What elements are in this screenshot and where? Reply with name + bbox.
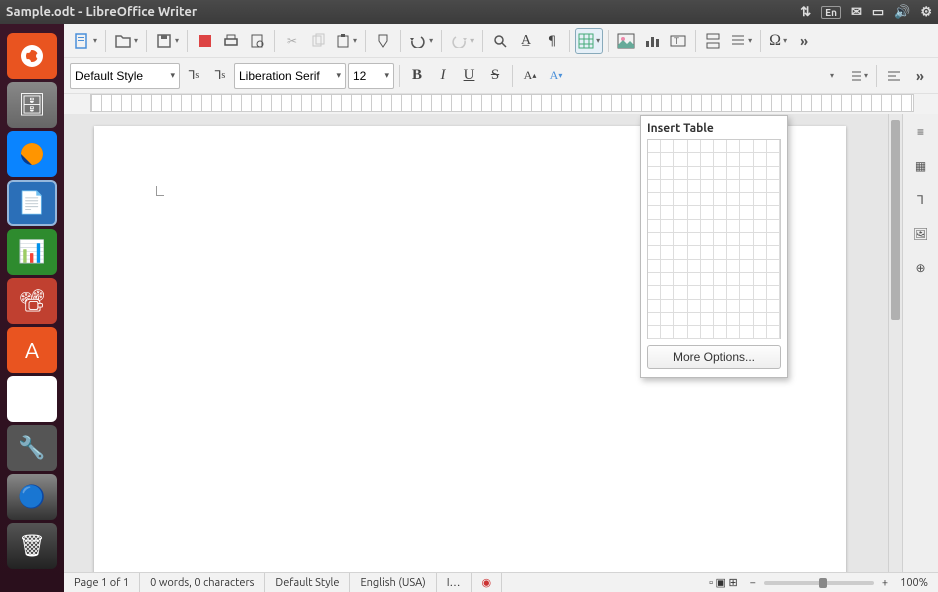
launcher-software[interactable]: A	[7, 327, 57, 373]
number-list-button[interactable]: ▾	[845, 63, 871, 89]
special-char-button[interactable]: Ω▾	[766, 28, 790, 54]
launcher-app-2[interactable]: 🗑	[7, 523, 57, 569]
status-style[interactable]: Default Style	[265, 573, 350, 592]
insert-field-button[interactable]: ▾	[727, 28, 755, 54]
document-area: Insert Table More Options...	[64, 114, 938, 572]
more-options-button[interactable]: More Options...	[647, 345, 781, 369]
insert-chart-button[interactable]	[640, 28, 664, 54]
new-style-button[interactable]: Ꞁs	[208, 63, 232, 89]
network-icon[interactable]: ⇅	[800, 5, 811, 20]
status-signature-icon[interactable]: ◉	[472, 573, 503, 592]
insert-table-popup: Insert Table More Options...	[640, 115, 788, 378]
titlebar: Sample.odt - LibreOffice Writer ⇅ En ✉ ▭…	[0, 0, 938, 24]
launcher-impress[interactable]: 📽	[7, 278, 57, 324]
properties-panel-icon[interactable]: ▦	[909, 154, 933, 178]
launcher-settings[interactable]: 🔧	[7, 425, 57, 471]
status-bar: Page 1 of 1 0 words, 0 characters Defaul…	[64, 572, 938, 592]
status-language[interactable]: English (USA)	[350, 573, 436, 592]
navigator-panel-icon[interactable]: ⊕	[909, 256, 933, 280]
toolbar2-overflow[interactable]: »	[908, 63, 932, 89]
print-button[interactable]	[219, 28, 243, 54]
italic-button[interactable]: I	[431, 63, 455, 89]
unity-launcher: 🗄 📄 📊 📽 A a 🔧 🔵 🗑	[0, 24, 64, 592]
zoom-slider[interactable]	[764, 581, 874, 585]
status-insert-mode[interactable]: I…	[437, 573, 472, 592]
redo-button[interactable]: ▾	[447, 28, 477, 54]
horizontal-ruler[interactable]	[90, 94, 914, 112]
font-name-input[interactable]	[239, 69, 332, 83]
paragraph-style-combo[interactable]: ▾	[70, 63, 180, 89]
launcher-dash[interactable]	[7, 33, 57, 79]
new-button[interactable]: ▾	[70, 28, 100, 54]
font-size-combo[interactable]: ▾	[348, 63, 394, 89]
svg-text:T: T	[674, 36, 679, 46]
strikethrough-button[interactable]: S	[483, 63, 507, 89]
paragraph-style-input[interactable]	[75, 69, 166, 83]
underline-button[interactable]: U	[457, 63, 481, 89]
formatting-marks-button[interactable]: ¶	[540, 28, 564, 54]
table-size-grid[interactable]	[647, 139, 781, 339]
update-style-button[interactable]: Ꞁs	[182, 63, 206, 89]
copy-button[interactable]	[306, 28, 330, 54]
text-cursor	[156, 186, 164, 196]
sidebar-settings-icon[interactable]: ≡	[909, 120, 933, 144]
bullet-list-button[interactable]: ▾	[819, 63, 843, 89]
sidebar-panel: ≡ ▦ Ꞁ 🖼 ⊕	[902, 114, 938, 572]
save-button[interactable]: ▾	[152, 28, 182, 54]
formatting-toolbar: ▾ Ꞁs Ꞁs ▾ ▾ B I U S A▴ A▾ ▾ ▾ »	[64, 58, 938, 94]
insert-textbox-button[interactable]: T	[666, 28, 690, 54]
find-button[interactable]	[488, 28, 512, 54]
battery-icon[interactable]: ▭	[872, 5, 884, 20]
launcher-calc[interactable]: 📊	[7, 229, 57, 275]
scroll-thumb[interactable]	[891, 120, 900, 320]
toolbar-overflow[interactable]: »	[792, 28, 816, 54]
status-wordcount[interactable]: 0 words, 0 characters	[140, 573, 265, 592]
superscript-button[interactable]: A▴	[518, 63, 542, 89]
insert-table-button[interactable]: ▾	[575, 28, 603, 54]
window-title: Sample.odt - LibreOffice Writer	[6, 5, 197, 19]
gear-icon[interactable]: ⚙	[920, 5, 932, 20]
subscript-button[interactable]: A▾	[544, 63, 568, 89]
page-break-button[interactable]	[701, 28, 725, 54]
mail-icon[interactable]: ✉	[851, 5, 862, 20]
status-page[interactable]: Page 1 of 1	[64, 573, 140, 592]
insert-table-title: Insert Table	[647, 122, 781, 135]
font-name-combo[interactable]: ▾	[234, 63, 346, 89]
volume-icon[interactable]: 🔊	[894, 5, 910, 20]
styles-panel-icon[interactable]: Ꞁ	[909, 188, 933, 212]
open-button[interactable]: ▾	[111, 28, 141, 54]
print-preview-button[interactable]	[245, 28, 269, 54]
bold-button[interactable]: B	[405, 63, 429, 89]
font-size-input[interactable]	[353, 69, 380, 83]
keyboard-lang-indicator[interactable]: En	[821, 6, 841, 19]
clone-formatting-button[interactable]	[371, 28, 395, 54]
paste-button[interactable]: ▾	[332, 28, 360, 54]
status-view-icons[interactable]: ▫ ▣ ⊞	[699, 573, 748, 592]
insert-image-button[interactable]	[614, 28, 638, 54]
writer-window: ▾ ▾ ▾ ✂ ▾ ▾ ▾ A̲ ¶ ▾ T ▾ Ω▾ »	[64, 24, 938, 592]
vertical-scrollbar[interactable]	[888, 114, 902, 572]
launcher-app-1[interactable]: 🔵	[7, 474, 57, 520]
standard-toolbar: ▾ ▾ ▾ ✂ ▾ ▾ ▾ A̲ ¶ ▾ T ▾ Ω▾ »	[64, 24, 938, 58]
launcher-firefox[interactable]	[7, 131, 57, 177]
spellcheck-button[interactable]: A̲	[514, 28, 538, 54]
undo-button[interactable]: ▾	[406, 28, 436, 54]
cut-button[interactable]: ✂	[280, 28, 304, 54]
launcher-files[interactable]: 🗄	[7, 82, 57, 128]
ruler-area	[64, 94, 938, 114]
align-button[interactable]	[882, 63, 906, 89]
status-zoom[interactable]: 100%	[890, 573, 938, 592]
gallery-panel-icon[interactable]: 🖼	[909, 222, 933, 246]
launcher-writer[interactable]: 📄	[7, 180, 57, 226]
export-pdf-button[interactable]	[193, 28, 217, 54]
launcher-amazon[interactable]: a	[7, 376, 57, 422]
